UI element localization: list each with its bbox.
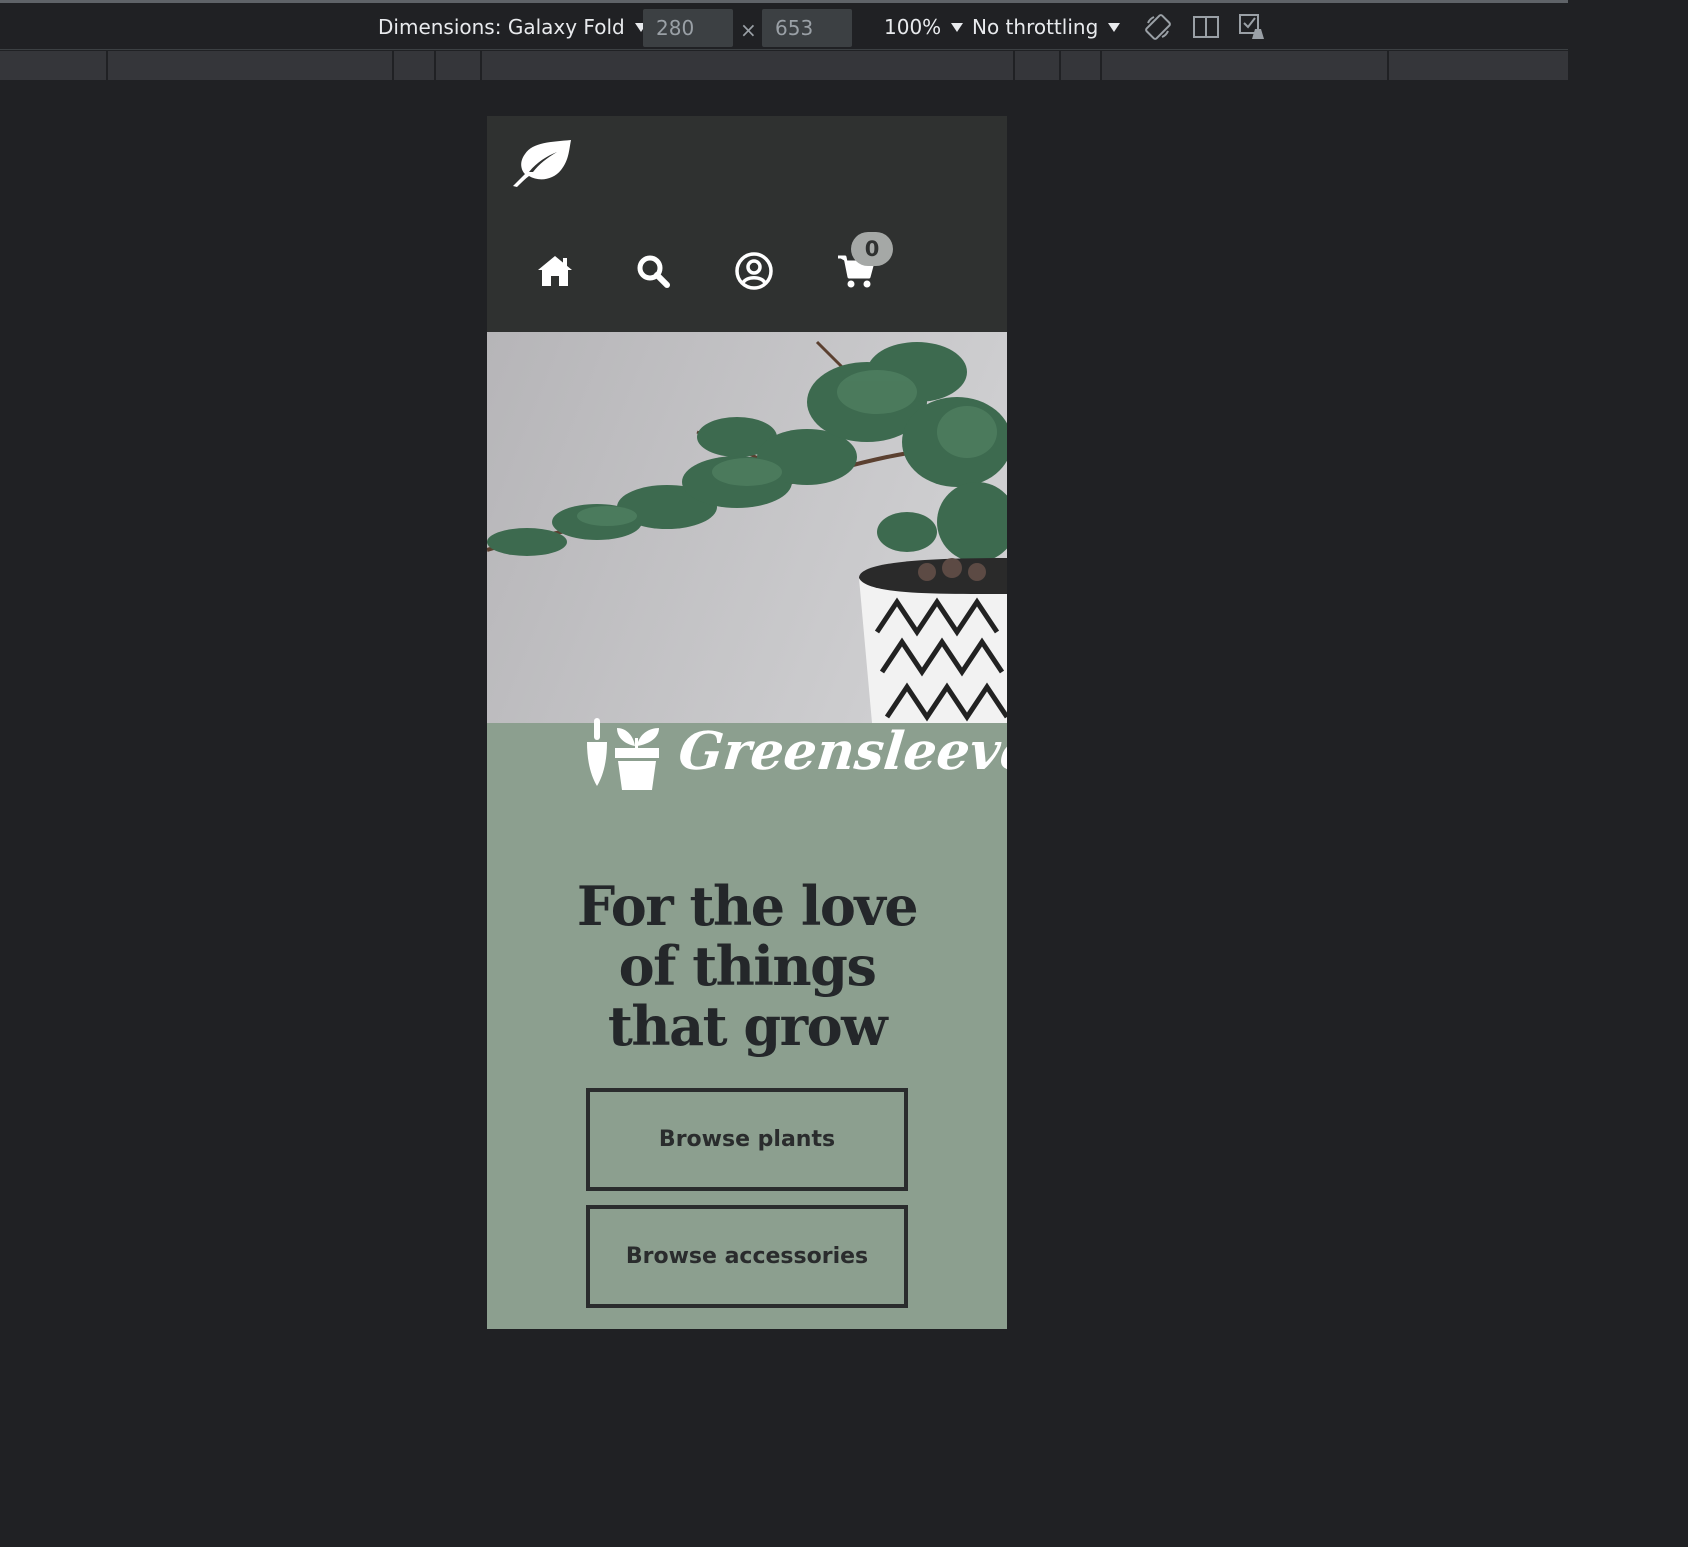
bonsai-photo (487, 332, 1007, 723)
zoom-label: 100% (884, 15, 942, 39)
dimensions-dropdown[interactable]: Dimensions: Galaxy Fold (378, 15, 647, 39)
height-input[interactable]: 653 (762, 9, 852, 47)
brand-logo[interactable]: Greensleeves (585, 714, 1007, 794)
zoom-dropdown[interactable]: 100% (884, 15, 964, 39)
account-icon[interactable] (734, 251, 774, 291)
rotate-icon[interactable] (1144, 13, 1172, 41)
width-input[interactable]: 280 (643, 9, 733, 47)
cart-count-badge: 0 (851, 232, 893, 266)
throttling-dropdown[interactable]: No throttling (972, 15, 1121, 39)
site-header: 0 (487, 116, 1007, 332)
throttling-label: No throttling (972, 15, 1099, 39)
chevron-down-icon (1108, 23, 1121, 32)
browse-plants-button[interactable]: Browse plants (586, 1088, 908, 1191)
dual-screen-icon[interactable] (1192, 13, 1220, 41)
browse-accessories-button[interactable]: Browse accessories (586, 1205, 908, 1308)
devtools-ruler (0, 51, 1568, 80)
times-symbol: × (740, 18, 757, 42)
home-icon[interactable] (535, 251, 575, 291)
brand-name: Greensleeves (675, 720, 1007, 782)
hero-tagline: For the love of things that grow (576, 874, 919, 1058)
garden-trowel-pot-icon (587, 718, 659, 790)
hero-image-juniper-bonsai (487, 332, 1007, 723)
sensor-check-icon[interactable] (1238, 13, 1266, 41)
search-icon[interactable] (633, 251, 673, 291)
devtools-device-toolbar: Dimensions: Galaxy Fold 280 × 653 100% N… (0, 0, 1568, 50)
leaf-icon[interactable] (511, 138, 573, 188)
dimensions-label: Dimensions: Galaxy Fold (378, 15, 625, 39)
main-nav (487, 241, 1007, 301)
chevron-down-icon (951, 23, 964, 32)
device-viewport: 0 Greensleeves For the love of things th… (487, 116, 1007, 1329)
